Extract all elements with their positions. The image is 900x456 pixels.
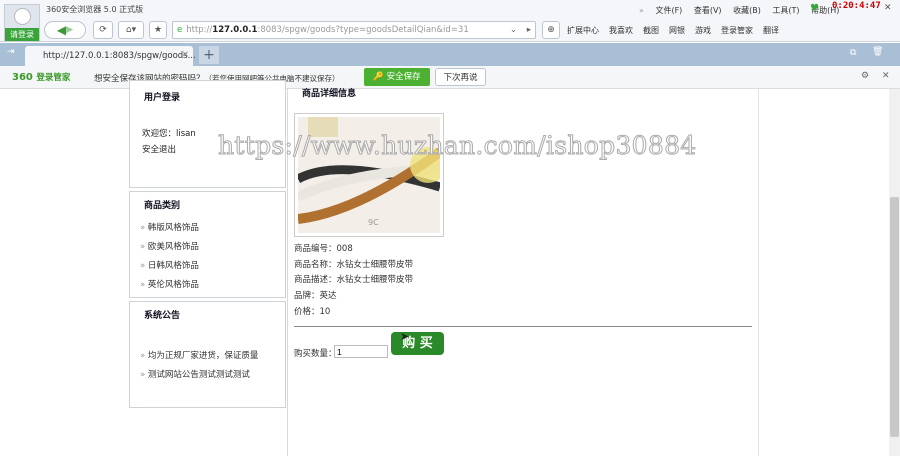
restore-tabs-icon[interactable]: ⧉ [850, 48, 856, 58]
toolbar-bank[interactable]: 网银 [669, 25, 685, 36]
security-shield-button[interactable]: ⊕ [542, 21, 560, 39]
menu-file[interactable]: 文件(F) [655, 6, 682, 15]
address-bar[interactable]: e http://127.0.0.1:8083/spgw/goods?type=… [172, 21, 536, 39]
refresh-button[interactable]: ⟳ [93, 21, 113, 39]
image-caption: 9C [368, 218, 379, 227]
login-button[interactable]: 请登录 [5, 28, 39, 41]
menu-favorites[interactable]: 收藏(B) [733, 6, 761, 15]
close-window-button[interactable]: ✕ [884, 3, 892, 13]
menu-tools[interactable]: 工具(T) [772, 6, 799, 15]
toolbar-translate[interactable]: 翻译 [763, 25, 779, 36]
navigation-toolbar: ◀ ▶ ⟳ ⌂▾ ★ e http://127.0.0.1:8083/spgw/… [0, 20, 900, 42]
close-tab-icon[interactable]: ✕ [182, 50, 189, 60]
category-link[interactable]: 韩版风格饰品 [140, 219, 285, 238]
toolbar-screenshot[interactable]: 截图 [643, 25, 659, 36]
notice-link[interactable]: 均为正规厂家进货，保证质量 [140, 347, 285, 366]
panel-title: 商品类别 [144, 201, 181, 211]
watermark: https://www.huzhan.com/ishop30884 [218, 131, 697, 161]
product-brand: 品牌：英达 [294, 291, 337, 301]
section-title: 商品详细信息 [302, 89, 357, 99]
trash-icon[interactable]: 🗑 [872, 47, 883, 57]
back-button[interactable]: ◀ ▶ [44, 21, 86, 39]
close-bar-icon[interactable]: ✕ [882, 71, 890, 81]
category-link[interactable]: 日韩风格饰品 [140, 257, 285, 276]
buy-button[interactable]: 购 买 [391, 332, 444, 355]
toolbar-login-manager[interactable]: 登录管家 [721, 25, 753, 36]
home-button[interactable]: ⌂▾ [118, 21, 144, 39]
tab-active[interactable]: http://127.0.0.1:8083/spgw/goods... ✕ [25, 46, 196, 66]
category-link[interactable]: 英伦风格饰品 [140, 276, 285, 295]
panel-title: 系统公告 [144, 311, 181, 321]
toolbar-extensions[interactable]: 扩展中心 [567, 25, 599, 36]
avatar[interactable]: 请登录 [4, 4, 40, 42]
product-id: 商品编号：008 [294, 244, 353, 254]
category-link[interactable]: 欧美风格饰品 [140, 238, 285, 257]
product-price: 价格：10 [294, 307, 331, 317]
notice-panel: 系统公告 均为正规厂家进货，保证质量 测试网站公告测试测试测试 [129, 301, 286, 408]
tab-bar: ⇥ http://127.0.0.1:8083/spgw/goods... ✕ … [0, 43, 900, 66]
save-password-button[interactable]: 🔑 安全保存 [364, 68, 430, 86]
clock-overlay: 0:20:4:47 [832, 1, 881, 11]
product-description: 商品描述：水钻女士细腰带皮带 [294, 275, 414, 285]
page-icon: e [177, 25, 183, 35]
skin-icon[interactable]: ♥ [810, 3, 819, 14]
sidebar-toggle-icon[interactable]: ⇥ [7, 47, 15, 57]
divider [294, 326, 752, 327]
brand-logo: 360 [12, 72, 33, 83]
window-title: 360安全浏览器 5.0 正式版 [46, 5, 144, 14]
quantity-label: 购买数量： [294, 349, 337, 359]
vertical-scrollbar[interactable] [889, 89, 900, 456]
category-panel: 商品类别 韩版风格饰品 欧美风格饰品 日韩风格饰品 英伦风格饰品 [129, 191, 286, 298]
quantity-input[interactable] [334, 345, 388, 358]
toolbar-games[interactable]: 游戏 [695, 25, 711, 36]
extension-toolbar: 扩展中心 我喜欢 截图 网银 游戏 登录管家 翻译 [567, 25, 779, 36]
settings-gear-icon[interactable]: ⚙ [861, 71, 869, 81]
scrollbar-thumb[interactable] [890, 197, 899, 437]
notice-link[interactable]: 测试网站公告测试测试测试 [140, 366, 285, 385]
title-bar: 360安全浏览器 5.0 正式版 » 文件(F) 查看(V) 收藏(B) 工具(… [0, 0, 900, 20]
dropdown-icon[interactable]: ⌄ [510, 25, 517, 35]
toolbar-likes[interactable]: 我喜欢 [609, 25, 633, 36]
product-name: 商品名称：水钻女士细腰带皮带 [294, 260, 414, 270]
mouse-cursor: ➤ [400, 330, 410, 343]
go-icon[interactable]: ▸ [527, 25, 531, 35]
menu-view[interactable]: 查看(V) [694, 6, 722, 15]
later-button[interactable]: 下次再说 [435, 68, 486, 86]
menu-bar: » 文件(F) 查看(V) 收藏(B) 工具(T) 帮助(H) [639, 6, 840, 15]
favorite-star-button[interactable]: ★ [149, 21, 167, 39]
new-tab-button[interactable]: + [199, 46, 219, 64]
panel-title: 用户登录 [144, 93, 181, 103]
